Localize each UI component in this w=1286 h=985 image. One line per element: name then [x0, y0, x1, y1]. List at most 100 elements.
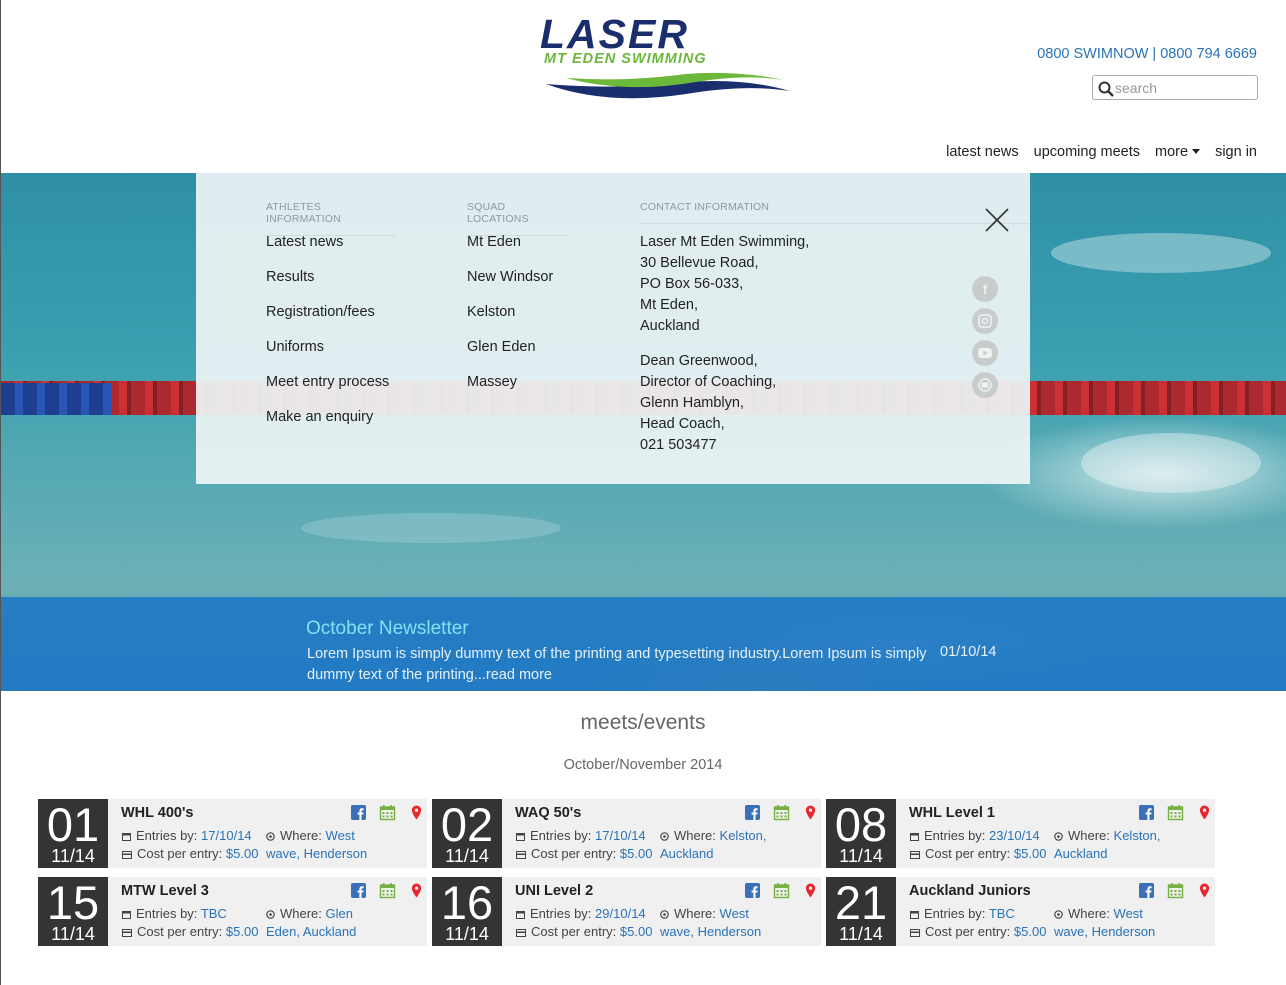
- menu-item-uniforms[interactable]: Uniforms: [266, 337, 389, 372]
- map-pin-icon[interactable]: [802, 882, 819, 899]
- contact-phone[interactable]: 021 503477: [640, 437, 717, 453]
- nav-upcoming-meets[interactable]: upcoming meets: [1034, 144, 1140, 160]
- facebook-icon[interactable]: [350, 882, 367, 899]
- where-label: Where:: [1068, 906, 1110, 921]
- where-value[interactable]: Glen: [326, 906, 353, 921]
- calendar-icon[interactable]: [379, 804, 396, 821]
- meet-where-line2[interactable]: wave, Henderson: [266, 846, 367, 861]
- menu-item-mt-eden[interactable]: Mt Eden: [467, 232, 553, 267]
- map-pin-icon[interactable]: [802, 804, 819, 821]
- meet-where: Where: West: [266, 828, 355, 843]
- where-value[interactable]: Kelston,: [720, 828, 767, 843]
- email-icon[interactable]: [972, 372, 998, 398]
- map-pin-icon[interactable]: [408, 882, 425, 899]
- phone-number[interactable]: 0800 SWIMNOW | 0800 794 6669: [1037, 46, 1257, 62]
- calendar-icon[interactable]: [1167, 882, 1184, 899]
- meet-card[interactable]: 08 11/14 WHL Level 1 Entries by: 23/10/14 Co…: [826, 799, 1215, 868]
- address-line: 30 Bellevue Road,: [640, 255, 759, 271]
- nav-latest-news[interactable]: latest news: [946, 144, 1019, 160]
- map-pin-icon[interactable]: [1196, 804, 1213, 821]
- menu-item-new-windsor[interactable]: New Windsor: [467, 267, 553, 302]
- contact-line: Head Coach,: [640, 416, 725, 432]
- contact-line: Dean Greenwood,: [640, 353, 758, 369]
- cost-value: $5.00: [225, 924, 259, 939]
- search-input[interactable]: [1115, 78, 1253, 97]
- meet-actions: [350, 804, 425, 821]
- meet-date-box: 02 11/14: [432, 799, 502, 868]
- meet-title[interactable]: WAQ 50's: [515, 805, 581, 821]
- facebook-icon[interactable]: [744, 882, 761, 899]
- facebook-icon[interactable]: [744, 804, 761, 821]
- where-value[interactable]: West: [720, 906, 749, 921]
- meet-entries: Entries by: 17/10/14: [122, 828, 252, 843]
- newsletter-title[interactable]: October Newsletter: [306, 618, 469, 640]
- facebook-icon[interactable]: [1138, 882, 1155, 899]
- menu-item-results[interactable]: Results: [266, 267, 389, 302]
- water-splash: [1081, 433, 1261, 493]
- instagram-icon[interactable]: [972, 308, 998, 334]
- meet-title[interactable]: Auckland Juniors: [909, 883, 1031, 899]
- menu-item-enquiry[interactable]: Make an enquiry: [266, 407, 389, 442]
- calendar-icon[interactable]: [379, 882, 396, 899]
- map-pin-icon[interactable]: [1196, 882, 1213, 899]
- where-label: Where:: [674, 828, 716, 843]
- search-box[interactable]: [1092, 75, 1258, 100]
- meet-day: 02: [440, 798, 494, 851]
- entries-label: Entries by:: [530, 828, 592, 843]
- menu-item-kelston[interactable]: Kelston: [467, 302, 553, 337]
- facebook-icon[interactable]: [1138, 804, 1155, 821]
- calendar-icon[interactable]: [1167, 804, 1184, 821]
- where-value[interactable]: West: [326, 828, 355, 843]
- nav-more[interactable]: more: [1155, 144, 1201, 160]
- meet-title[interactable]: WHL Level 1: [909, 805, 995, 821]
- cost-value: $5.00: [1013, 924, 1047, 939]
- facebook-icon[interactable]: [350, 804, 367, 821]
- nav-sign-in[interactable]: sign in: [1215, 144, 1257, 160]
- meet-where-line2[interactable]: Auckland: [660, 846, 713, 861]
- menu-item-registration[interactable]: Registration/fees: [266, 302, 389, 337]
- meet-cost: Cost per entry: $5.00: [122, 846, 258, 861]
- entries-date: 29/10/14: [595, 906, 646, 921]
- calendar-icon[interactable]: [773, 882, 790, 899]
- meet-where-line2[interactable]: Eden, Auckland: [266, 924, 356, 939]
- calendar-icon[interactable]: [773, 804, 790, 821]
- meet-title[interactable]: MTW Level 3: [121, 883, 209, 899]
- meet-actions: [744, 882, 819, 899]
- map-pin-icon[interactable]: [408, 804, 425, 821]
- entries-label: Entries by:: [530, 906, 592, 921]
- newsletter-date: 01/10/14: [940, 644, 997, 660]
- entries-date: 23/10/14: [989, 828, 1040, 843]
- newsletter-body[interactable]: Lorem Ipsum is simply dummy text of the …: [307, 644, 927, 686]
- meet-entries: Entries by: 23/10/14: [910, 828, 1040, 843]
- menu-item-glen-eden[interactable]: Glen Eden: [467, 337, 553, 372]
- meet-card[interactable]: 01 11/14 WHL 400's Entries by: 17/10/14 Cost…: [38, 799, 427, 868]
- meet-where-line2[interactable]: wave, Henderson: [660, 924, 761, 939]
- meet-card[interactable]: 21 11/14 Auckland Juniors Entries by: TBC Co…: [826, 877, 1215, 946]
- cost-label: Cost per entry:: [925, 846, 1011, 861]
- close-icon[interactable]: [984, 207, 1010, 233]
- site-logo[interactable]: LASER MT EDEN SWIMMING: [536, 11, 796, 110]
- entries-label: Entries by:: [136, 906, 198, 921]
- youtube-icon[interactable]: [972, 340, 998, 366]
- cost-label: Cost per entry:: [531, 924, 617, 939]
- menu-item-meet-entry[interactable]: Meet entry process: [266, 372, 389, 407]
- meet-where: Where: Kelston,: [1054, 828, 1161, 843]
- menu-item-massey[interactable]: Massey: [467, 372, 553, 407]
- where-value[interactable]: Kelston,: [1114, 828, 1161, 843]
- menu-item-latest-news[interactable]: Latest news: [266, 232, 389, 267]
- facebook-icon[interactable]: f: [972, 276, 998, 302]
- meet-cost: Cost per entry: $5.00: [910, 846, 1046, 861]
- meet-where-line2[interactable]: wave, Henderson: [1054, 924, 1155, 939]
- meet-day: 21: [834, 876, 888, 929]
- meet-where-line2[interactable]: Auckland: [1054, 846, 1107, 861]
- meet-card[interactable]: 16 11/14 UNI Level 2 Entries by: 29/10/14 Co…: [432, 877, 821, 946]
- entries-label: Entries by:: [136, 828, 198, 843]
- meet-month: 11/14: [839, 846, 883, 866]
- meet-card[interactable]: 02 11/14 WAQ 50's Entries by: 17/10/14 Cost …: [432, 799, 821, 868]
- meet-title[interactable]: WHL 400's: [121, 805, 194, 821]
- cost-value: $5.00: [619, 924, 653, 939]
- meet-card[interactable]: 15 11/14 MTW Level 3 Entries by: TBC Cost pe…: [38, 877, 427, 946]
- meet-title[interactable]: UNI Level 2: [515, 883, 593, 899]
- where-value[interactable]: West: [1114, 906, 1143, 921]
- meet-day: 15: [46, 876, 100, 929]
